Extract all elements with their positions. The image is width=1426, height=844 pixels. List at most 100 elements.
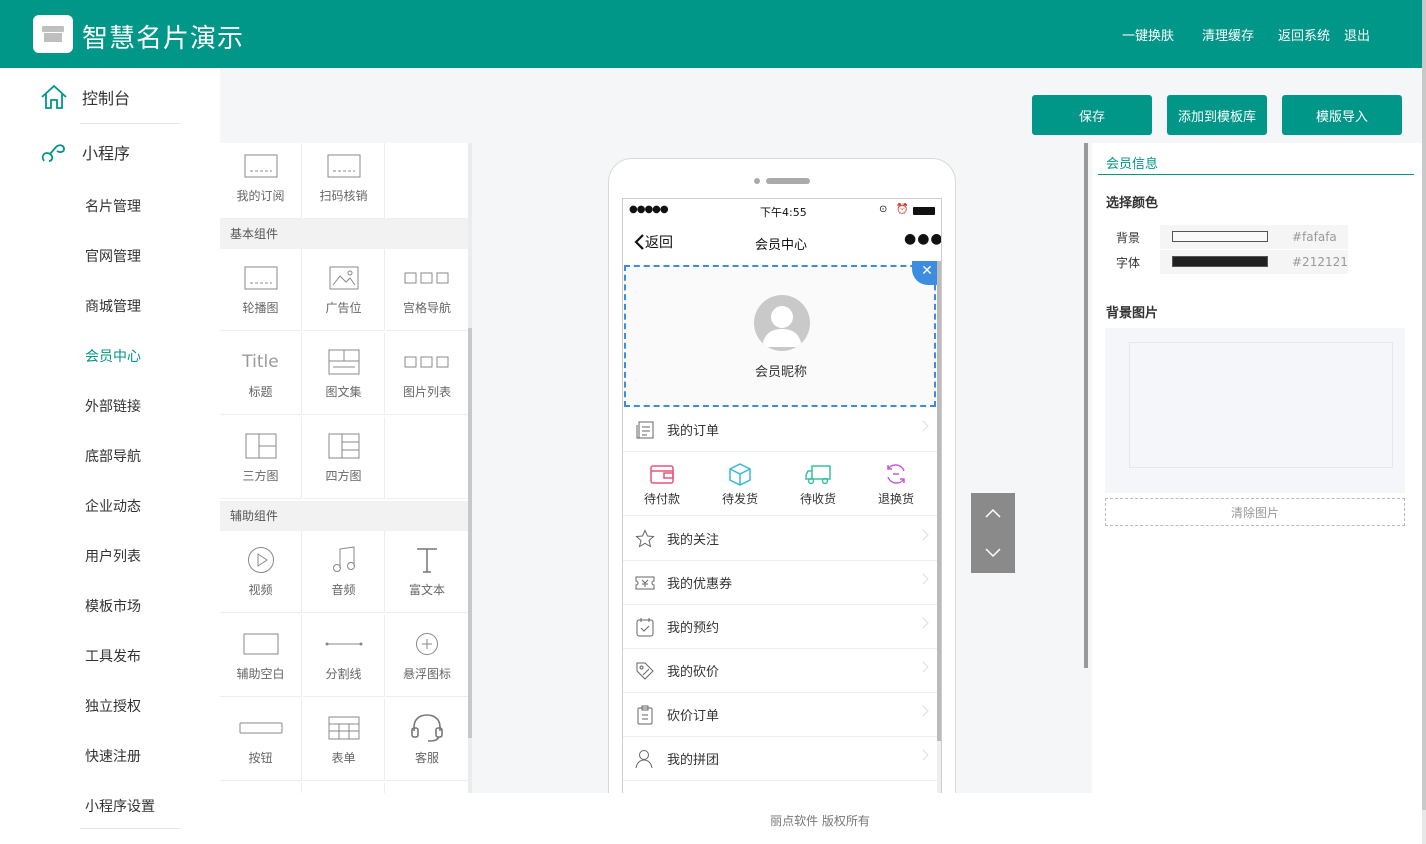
avatar: [754, 295, 810, 351]
component-rich-text[interactable]: 富文本: [386, 531, 468, 613]
bg-color-picker[interactable]: [1160, 225, 1280, 249]
sidebar-item-external-links[interactable]: 外部链接: [85, 396, 141, 416]
bg-color-value[interactable]: #fafafa: [1280, 225, 1348, 249]
font-color-label: 字体: [1116, 256, 1141, 270]
footer-copyright: 丽点软件 版权所有: [770, 814, 870, 828]
component-title[interactable]: Title 标题: [220, 333, 302, 415]
component-label: 视频: [248, 583, 273, 597]
article-set-icon: [328, 347, 360, 377]
sidebar-item-member-center[interactable]: 会员中心: [85, 346, 141, 366]
chevron-right-icon: [917, 661, 929, 673]
chevron-down-icon[interactable]: [985, 548, 1001, 558]
component-four-grid[interactable]: 四方图: [303, 417, 385, 499]
screen-scrollbar[interactable]: [937, 261, 941, 793]
save-button[interactable]: 保存: [1032, 95, 1152, 135]
alarm-icon: ⏰: [896, 204, 909, 215]
bg-image-preview[interactable]: [1129, 342, 1393, 468]
order-returns[interactable]: 退换货: [857, 452, 935, 516]
component-label: 分割线: [325, 667, 362, 681]
chevron-up-icon[interactable]: [985, 508, 1001, 518]
component-my-subscription[interactable]: 我的订阅: [220, 143, 302, 219]
sidebar-item-tool-publish[interactable]: 工具发布: [85, 646, 141, 666]
form-icon: [328, 713, 360, 743]
phone-screen: ●●●●● 下午4:55 ⊙ ⏰ 返回 会员中心 ●●● 会员昵称 ✕ 我的订单: [622, 198, 942, 793]
clear-image-button[interactable]: 清除图片: [1105, 498, 1405, 526]
component-scan-verify[interactable]: 扫码核销: [303, 143, 385, 219]
sidebar-item-company-news[interactable]: 企业动态: [85, 496, 141, 516]
sidebar-item-shop-manage[interactable]: 商城管理: [85, 296, 141, 316]
bg-image-uploader[interactable]: [1105, 328, 1405, 493]
component-label: 图片列表: [402, 385, 451, 399]
import-template-button[interactable]: 模版导入: [1282, 95, 1402, 135]
screen-scrollbar-thumb[interactable]: [937, 261, 941, 741]
order-status-label: 待收货: [799, 491, 836, 506]
page-scrollbar[interactable]: [1422, 0, 1426, 844]
component-form[interactable]: 表单: [303, 699, 385, 781]
title-icon: Title: [242, 352, 279, 372]
chevron-right-icon: [917, 617, 929, 629]
tab-member-info[interactable]: 会员信息: [1106, 153, 1158, 172]
component-button[interactable]: 按钮: [220, 699, 302, 781]
sidebar-item-user-list[interactable]: 用户列表: [85, 546, 141, 566]
component-carousel[interactable]: 轮播图: [220, 249, 302, 331]
component-palette: 我的订阅 扫码核销 基本组件 轮播图 广告位 宫格导航 Title 标题 图文集…: [220, 143, 468, 793]
more-icon[interactable]: ●●●: [904, 231, 941, 247]
component-video[interactable]: 视频: [220, 531, 302, 613]
component-audio[interactable]: 音频: [303, 531, 385, 613]
component-grid-nav[interactable]: 宫格导航: [386, 249, 468, 331]
component-customer-service[interactable]: 客服: [386, 699, 468, 781]
empty-cell: [386, 417, 468, 499]
sidebar-item-template-market[interactable]: 模板市场: [85, 596, 141, 616]
component-label: 广告位: [325, 301, 362, 315]
component-divider-line[interactable]: 分割线: [303, 615, 385, 697]
aux-components-header: 辅助组件: [220, 501, 468, 531]
member-header-component[interactable]: 会员昵称 ✕: [624, 261, 941, 407]
font-color-picker[interactable]: [1160, 250, 1280, 274]
add-to-template-button[interactable]: 添加到模板库: [1167, 95, 1267, 135]
sidebar-item-quick-register[interactable]: 快速注册: [85, 746, 141, 766]
status-time: 下午4:55: [760, 206, 807, 219]
menu-my-bargains[interactable]: 我的砍价: [623, 649, 939, 693]
component-ad[interactable]: 广告位: [303, 249, 385, 331]
component-blank-space[interactable]: 辅助空白: [220, 615, 302, 697]
coupon-icon: [623, 575, 667, 591]
menu-my-follows[interactable]: 我的关注: [623, 517, 939, 561]
logout-link[interactable]: 退出: [1344, 25, 1370, 44]
menu-bargain-orders[interactable]: 砍价订单: [623, 693, 939, 737]
component-three-grid[interactable]: 三方图: [220, 417, 302, 499]
menu-my-coupons[interactable]: 我的优惠券: [623, 561, 939, 605]
sidebar-item-bottom-nav[interactable]: 底部导航: [85, 446, 141, 466]
play-icon: [247, 545, 275, 575]
calendar-icon: [623, 617, 667, 637]
four-grid-icon: [328, 431, 360, 461]
skin-switch-link[interactable]: 一键换肤: [1122, 25, 1174, 44]
grid-nav-icon: [404, 263, 450, 293]
component-image-list[interactable]: 图片列表: [386, 333, 468, 415]
truck-icon: [805, 464, 831, 484]
sidebar-item-label: 小程序: [82, 144, 131, 163]
order-pending-shipment[interactable]: 待发货: [701, 452, 779, 516]
menu-my-group-buys[interactable]: 我的拼团: [623, 737, 939, 781]
page-scrollbar-thumb[interactable]: [1422, 0, 1426, 810]
sidebar-item-card-manage[interactable]: 名片管理: [85, 196, 141, 216]
component-float-icon[interactable]: 悬浮图标: [386, 615, 468, 697]
clear-cache-link[interactable]: 清理缓存: [1202, 25, 1254, 44]
component-article-set[interactable]: 图文集: [303, 333, 385, 415]
order-pending-payment[interactable]: 待付款: [623, 452, 701, 516]
order-pending-receipt[interactable]: 待收货: [779, 452, 857, 516]
store-icon: [42, 26, 64, 42]
return-system-link[interactable]: 返回系统: [1278, 25, 1330, 44]
app-title: 智慧名片演示: [82, 24, 245, 54]
menu-my-reservations[interactable]: 我的预约: [623, 605, 939, 649]
sidebar-item-miniprogram[interactable]: 小程序: [40, 140, 130, 164]
bg-color-swatch[interactable]: [1172, 231, 1268, 242]
font-color-swatch[interactable]: [1172, 256, 1268, 267]
chevron-right-icon: [917, 573, 929, 585]
my-orders-row[interactable]: 我的订单: [623, 408, 939, 452]
sidebar-item-independent-auth[interactable]: 独立授权: [85, 696, 141, 716]
sidebar-item-console[interactable]: 控制台: [40, 84, 130, 109]
settings-scrollbar[interactable]: [1084, 143, 1088, 668]
sidebar-item-site-manage[interactable]: 官网管理: [85, 246, 141, 266]
image-list-icon: [404, 347, 450, 377]
font-color-value[interactable]: #212121: [1280, 250, 1348, 274]
